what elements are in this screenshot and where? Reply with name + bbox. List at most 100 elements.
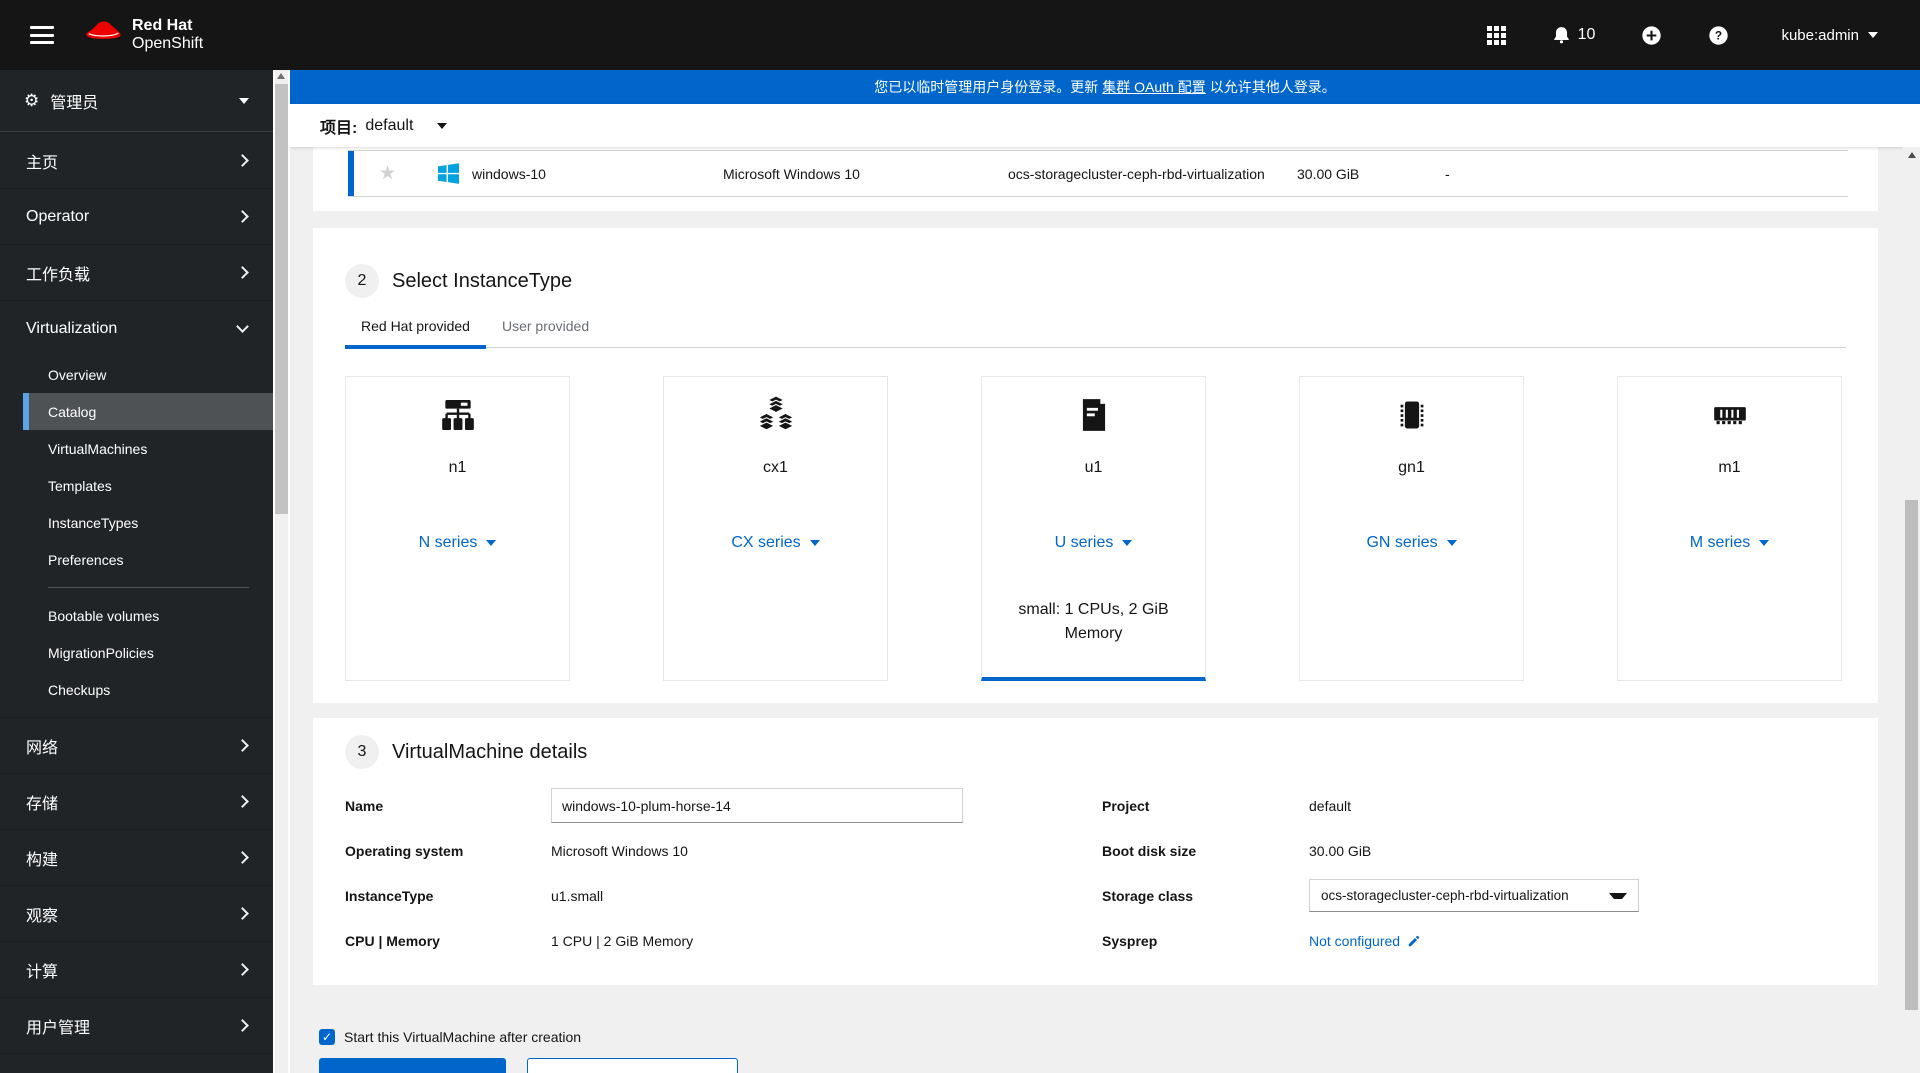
tab-redhat-provided[interactable]: Red Hat provided bbox=[345, 308, 486, 349]
perspective-label: 管理员 bbox=[50, 94, 99, 112]
select-instancetype-section: 2 Select InstanceType Red Hat provided U… bbox=[313, 228, 1878, 703]
project-label: 项目: bbox=[320, 119, 358, 137]
windows-logo-icon bbox=[437, 162, 460, 185]
sidebar-item-checkups[interactable]: Checkups bbox=[23, 671, 273, 708]
instancetype-card-cx1[interactable]: cx1 CX series bbox=[663, 376, 888, 681]
sidebar-item-templates[interactable]: Templates bbox=[23, 467, 273, 504]
table-row[interactable]: ★ windows-10 Microsoft Windows 10 ocs-st… bbox=[348, 150, 1848, 197]
content-scrollbar bbox=[1902, 147, 1920, 1073]
favorite-star-icon[interactable]: ★ bbox=[348, 162, 437, 185]
sidebar-item-user-management[interactable]: 用户管理 bbox=[0, 997, 273, 1053]
sidebar-item-overview[interactable]: Overview bbox=[23, 356, 273, 393]
instancetype-card-n1[interactable]: n1 N series bbox=[345, 376, 570, 681]
instancetype-label: InstanceType bbox=[345, 887, 434, 904]
user-menu[interactable]: kube:admin bbox=[1781, 27, 1878, 44]
memory-dimm-icon bbox=[1711, 395, 1749, 435]
brand-logo[interactable]: Red Hat OpenShift bbox=[86, 17, 203, 53]
start-vm-checkbox[interactable]: ✓ bbox=[319, 1029, 335, 1045]
perspective-switcher[interactable]: ⚙ 管理员 bbox=[0, 70, 273, 132]
start-vm-checkbox-label: Start this VirtualMachine after creation bbox=[344, 1029, 582, 1045]
chevron-right-icon bbox=[236, 907, 249, 920]
sysprep-label: Sysprep bbox=[1102, 932, 1158, 949]
sidebar-item-network[interactable]: 网络 bbox=[0, 717, 273, 773]
add-plus-icon[interactable] bbox=[1641, 25, 1662, 46]
subnav-divider bbox=[48, 587, 249, 588]
sysprep-edit-link[interactable]: Not configured bbox=[1309, 933, 1421, 949]
chevron-down-icon bbox=[236, 320, 249, 333]
sidebar-item-label: Operator bbox=[26, 207, 90, 225]
boot-disk-size-label: Boot disk size bbox=[1102, 842, 1197, 859]
instancetype-name: u1 bbox=[1084, 459, 1103, 476]
redhat-fedora-icon bbox=[86, 19, 122, 51]
series-dropdown[interactable]: GN series bbox=[1366, 534, 1457, 552]
sidebar-item-clipped[interactable] bbox=[0, 1053, 273, 1073]
section-title: Select InstanceType bbox=[392, 269, 573, 292]
sidebar-item-migrationpolicies[interactable]: MigrationPolicies bbox=[23, 634, 273, 671]
volume-size: 30.00 GiB bbox=[1297, 165, 1360, 182]
notifications-bell-icon[interactable]: 10 bbox=[1552, 25, 1596, 45]
instancetype-card-gn1[interactable]: gn1 GN series bbox=[1299, 376, 1524, 681]
oauth-config-link[interactable]: 集群 OAuth 配置 bbox=[1102, 77, 1205, 97]
hamburger-menu-icon[interactable] bbox=[30, 26, 54, 44]
chevron-right-icon bbox=[236, 963, 249, 976]
sidebar-item-label: 网络 bbox=[26, 739, 59, 757]
app-launcher-icon[interactable] bbox=[1486, 25, 1506, 45]
sidebar-item-label: 主页 bbox=[26, 154, 59, 172]
project-selector[interactable]: 项目: default bbox=[290, 104, 1920, 147]
masthead-toolbar: 10 ? kube:admin bbox=[1441, 25, 1878, 46]
caret-down-icon bbox=[1446, 540, 1457, 546]
secondary-action-button[interactable] bbox=[527, 1058, 738, 1073]
sidebar-item-bootable-volumes[interactable]: Bootable volumes bbox=[23, 597, 273, 634]
instancetype-card-u1[interactable]: u1 U series small: 1 CPUs, 2 GiB Memory bbox=[981, 376, 1206, 681]
sidebar-item-label: Virtualization bbox=[26, 319, 118, 337]
volume-os: Microsoft Windows 10 bbox=[723, 165, 860, 182]
instancetype-name: m1 bbox=[1718, 459, 1741, 476]
scrollbar-up-arrow-icon[interactable] bbox=[1908, 152, 1916, 158]
storage-class-label: Storage class bbox=[1102, 887, 1194, 904]
storage-class-select[interactable]: ocs-storagecluster-ceph-rbd-virtualizati… bbox=[1309, 879, 1639, 912]
sidebar-item-label: 用户管理 bbox=[26, 1019, 91, 1037]
series-dropdown[interactable]: N series bbox=[419, 534, 497, 552]
project-label: Project bbox=[1102, 797, 1150, 814]
gpu-chip-icon bbox=[1393, 395, 1431, 435]
svg-text:?: ? bbox=[1715, 28, 1722, 42]
vm-name-input[interactable] bbox=[551, 788, 963, 823]
virtualization-subnav: Overview Catalog VirtualMachines Templat… bbox=[23, 356, 273, 717]
primary-action-button[interactable] bbox=[319, 1058, 506, 1073]
sidebar-item-observe[interactable]: 观察 bbox=[0, 885, 273, 941]
help-question-icon[interactable]: ? bbox=[1708, 25, 1729, 46]
brand-line2: OpenShift bbox=[132, 35, 204, 52]
sidebar-item-preferences[interactable]: Preferences bbox=[23, 541, 273, 578]
sidebar-item-compute[interactable]: 计算 bbox=[0, 941, 273, 997]
instancetype-card-m1[interactable]: m1 M series bbox=[1617, 376, 1842, 681]
sidebar-item-home[interactable]: 主页 bbox=[0, 132, 273, 188]
sidebar-item-storage[interactable]: 存储 bbox=[0, 773, 273, 829]
series-dropdown[interactable]: M series bbox=[1690, 534, 1770, 552]
cpu-memory-label: CPU | Memory bbox=[345, 932, 440, 949]
banner-text-prefix: 您已以临时管理用户身份登录。更新 bbox=[874, 79, 1099, 95]
sidebar-item-instancetypes[interactable]: InstanceTypes bbox=[23, 504, 273, 541]
scrollbar-up-arrow-icon[interactable] bbox=[277, 73, 285, 79]
server-tower-icon bbox=[1075, 395, 1113, 435]
sidebar-item-catalog[interactable]: Catalog bbox=[23, 393, 273, 430]
section-title: VirtualMachine details bbox=[392, 740, 588, 763]
sidebar-item-builds[interactable]: 构建 bbox=[0, 829, 273, 885]
boot-disk-size-value: 30.00 GiB bbox=[1309, 842, 1372, 859]
chevron-right-icon bbox=[236, 266, 249, 279]
series-dropdown[interactable]: U series bbox=[1055, 534, 1133, 552]
scrollbar-thumb[interactable] bbox=[1905, 500, 1918, 1010]
chevron-right-icon bbox=[236, 1019, 249, 1032]
sidebar-item-operator[interactable]: Operator bbox=[0, 188, 273, 244]
notification-count: 10 bbox=[1577, 26, 1596, 43]
scrollbar-thumb[interactable] bbox=[275, 84, 288, 514]
login-notice-banner: 您已以临时管理用户身份登录。更新 集群 OAuth 配置 以允许其他人登录。 bbox=[290, 70, 1920, 104]
caret-down-icon bbox=[437, 122, 448, 129]
instancetype-name: cx1 bbox=[763, 459, 788, 476]
caret-down-icon bbox=[1759, 540, 1770, 546]
series-dropdown[interactable]: CX series bbox=[731, 534, 820, 552]
tab-user-provided[interactable]: User provided bbox=[486, 308, 605, 347]
sidebar-item-virtualization[interactable]: Virtualization bbox=[0, 300, 273, 356]
sidebar-item-virtualmachines[interactable]: VirtualMachines bbox=[23, 430, 273, 467]
caret-down-icon bbox=[809, 540, 820, 546]
sidebar-item-workloads[interactable]: 工作负载 bbox=[0, 244, 273, 300]
